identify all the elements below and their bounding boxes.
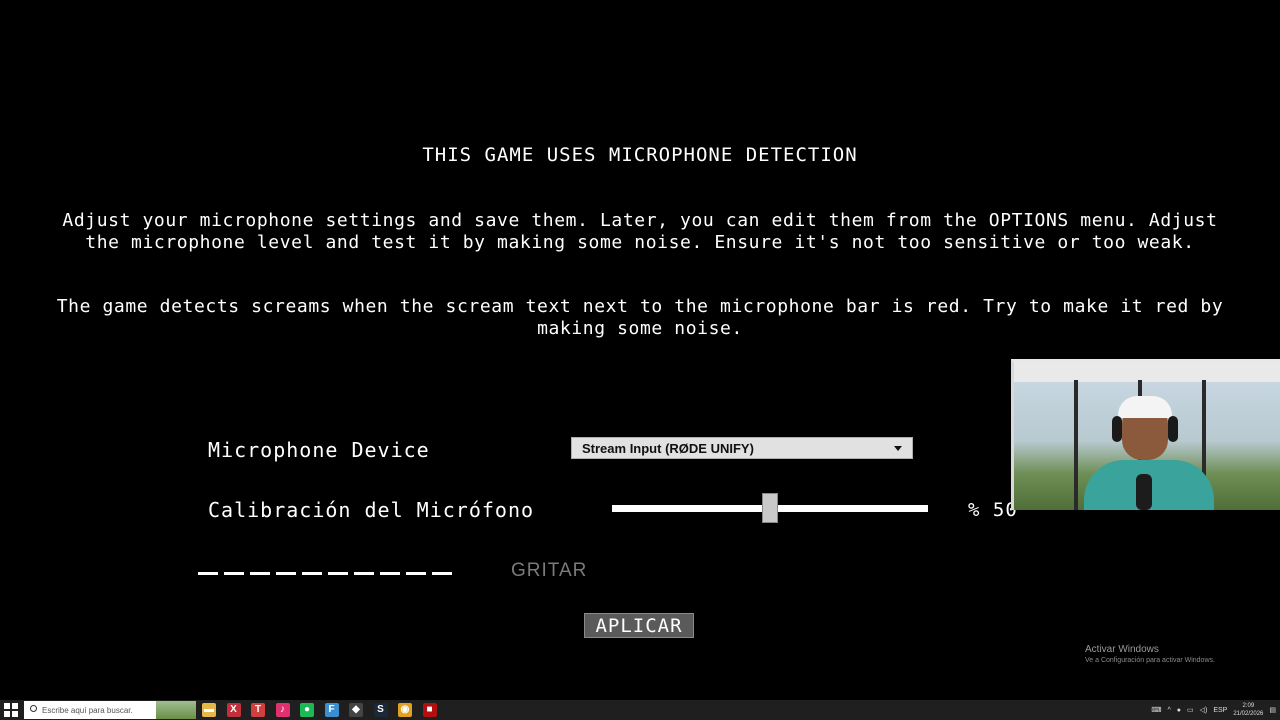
spotify-icon[interactable]: ● — [300, 703, 314, 717]
level-segment — [302, 571, 322, 575]
steam-icon[interactable]: S — [373, 703, 388, 717]
notifications-icon[interactable]: ▤ — [1269, 706, 1276, 714]
chevron-up-icon[interactable]: ^ — [1167, 707, 1170, 714]
level-segment — [406, 571, 426, 575]
clock-date: 21/02/2026 — [1233, 711, 1264, 717]
t-app-icon[interactable]: T — [251, 703, 265, 717]
search-highlight-image — [156, 701, 196, 719]
activate-windows-title: Activar Windows — [1085, 644, 1159, 655]
taskbar: Escribe aquí para buscar. ▬ X T ♪ ● F ◆ S ◉ ■ ⌨ ^… — [0, 700, 1280, 720]
microphone-device-dropdown[interactable]: Stream Input (RØDE UNIFY) — [571, 437, 913, 459]
chrome-icon[interactable]: ◉ — [398, 703, 412, 717]
microphone-device-label: Microphone Device — [208, 438, 430, 462]
apply-button[interactable]: APLICAR — [584, 613, 694, 638]
webcam-window-frame — [1074, 380, 1078, 510]
tiktok-icon[interactable]: ♪ — [275, 703, 290, 717]
microphone-device-value: Stream Input (RØDE UNIFY) — [582, 440, 754, 456]
calibration-slider-handle[interactable] — [762, 493, 778, 523]
webcam-person-cap — [1118, 396, 1172, 418]
level-segment — [354, 571, 374, 575]
level-segment — [380, 571, 400, 575]
search-placeholder: Escribe aquí para buscar. — [42, 705, 133, 715]
microphone-tray-icon[interactable]: ● — [1177, 707, 1181, 714]
scream-indicator: GRITAR — [511, 560, 588, 581]
chevron-down-icon — [894, 446, 902, 451]
level-segment — [250, 571, 270, 575]
windows-start-icon[interactable] — [4, 703, 18, 717]
x-app-icon[interactable]: X — [226, 703, 241, 717]
level-segment — [198, 571, 218, 575]
headset-icon — [1168, 416, 1178, 442]
instructions-paragraph: Adjust your microphone settings and save… — [62, 210, 1218, 253]
level-segment — [224, 571, 244, 575]
activate-windows-subtitle: Ve a Configuración para activar Windows. — [1085, 657, 1215, 664]
microphone-icon — [1136, 474, 1152, 510]
system-tray: ⌨ ^ ● ▭ ◁) ESP 2:09 21/02/2026 ▤ — [1151, 700, 1276, 720]
f-app-icon[interactable]: F — [324, 703, 339, 717]
game-app-icon[interactable]: ◆ — [349, 703, 363, 717]
webcam-window — [1206, 382, 1280, 510]
language-indicator[interactable]: ESP — [1213, 707, 1227, 714]
level-segment — [276, 571, 296, 575]
scream-instructions-paragraph: The game detects screams when the scream… — [56, 296, 1224, 339]
keyboard-icon[interactable]: ⌨ — [1151, 706, 1161, 714]
webcam-overlay — [1011, 359, 1280, 510]
taskbar-search-input[interactable]: Escribe aquí para buscar. — [24, 701, 196, 719]
folder-icon[interactable]: ▬ — [202, 703, 216, 717]
webcam-ceiling — [1014, 362, 1280, 382]
level-segment — [328, 571, 348, 575]
headset-icon — [1112, 416, 1122, 442]
level-segment — [432, 571, 452, 575]
red-app-icon[interactable]: ■ — [422, 703, 437, 717]
calibration-label: Calibración del Micrófono — [208, 498, 535, 522]
microphone-level-bar — [198, 566, 466, 580]
page-title: THIS GAME USES MICROPHONE DETECTION — [422, 144, 858, 166]
volume-icon[interactable]: ◁) — [1200, 706, 1208, 714]
clock-time: 2:09 — [1242, 703, 1255, 709]
network-icon[interactable]: ▭ — [1187, 706, 1194, 714]
clock[interactable]: 2:09 21/02/2026 — [1233, 702, 1263, 718]
webcam-window — [1014, 382, 1074, 510]
search-icon — [30, 705, 37, 712]
